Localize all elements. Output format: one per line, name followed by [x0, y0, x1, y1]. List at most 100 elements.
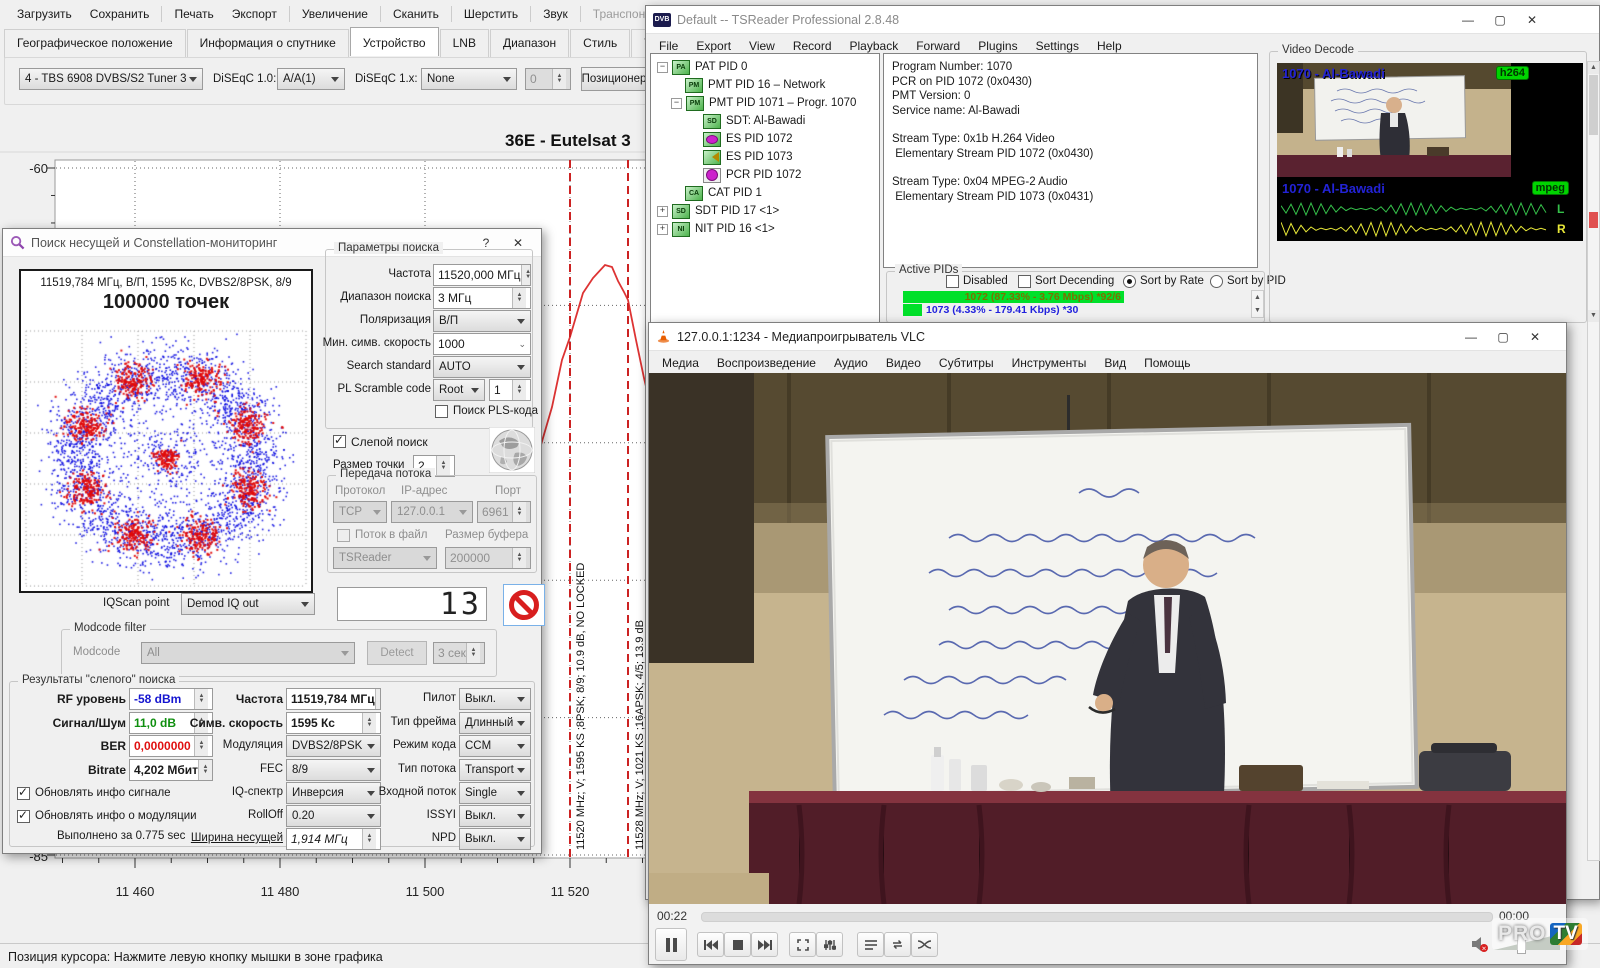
modulation-select[interactable]: DVBS2/8PSK [286, 735, 381, 757]
vlc-menu-tools[interactable]: Инструменты [1003, 353, 1096, 373]
search-range-field[interactable]: 3 МГц▲▼ [433, 287, 531, 309]
tree-item-cat[interactable]: CA CAT PID 1 [685, 185, 762, 201]
loop-button[interactable] [884, 932, 911, 957]
close-button[interactable]: ✕ [1519, 326, 1551, 347]
menu-sweep[interactable]: Шерстить [455, 4, 527, 24]
pl-scramble-mode-select[interactable]: Root [433, 379, 485, 401]
disabled-checkbox[interactable] [946, 275, 959, 288]
collapse-icon[interactable]: − [671, 98, 682, 109]
input-stream-select[interactable]: Single [459, 782, 531, 804]
carrier-width-field[interactable]: 1,914 МГц▲▼ [286, 828, 381, 850]
stop-scan-button[interactable] [503, 584, 545, 626]
close-button[interactable]: ✕ [1516, 9, 1548, 30]
tab-geo[interactable]: Географическое положение [4, 29, 186, 58]
tsreader-titlebar[interactable]: DVB Default -- TSReader Professional 2.8… [646, 6, 1599, 34]
position-stepper[interactable]: 0▲▼ [525, 68, 571, 90]
tuner-select[interactable]: 4 - TBS 6908 DVBS/S2 Tuner 3 [19, 68, 203, 90]
min-symbolrate-combo[interactable]: 1000⌄ [433, 333, 531, 355]
spinner-arrows[interactable]: ▲▼ [521, 265, 531, 285]
spinner-arrows[interactable]: ▲▼ [362, 829, 376, 849]
code-mode-select[interactable]: CCM [459, 735, 531, 757]
pl-scramble-value-field[interactable]: 1▲▼ [489, 379, 531, 401]
menu-zoom[interactable]: Увеличение [293, 4, 377, 24]
carrier-width-link[interactable]: Ширина несущей [183, 832, 283, 844]
diseqc1x-select[interactable]: None [421, 68, 517, 90]
tab-satellite-info[interactable]: Информация о спутнике [187, 29, 349, 58]
minimize-button[interactable]: — [1455, 326, 1487, 347]
tab-device[interactable]: Устройство [350, 27, 439, 56]
vlc-titlebar[interactable]: 127.0.0.1:1234 - Медиапроигрыватель VLC … [649, 323, 1566, 351]
pid-list-scroll[interactable]: ▲▼ [1251, 290, 1264, 318]
scroll-down-icon[interactable]: ▼ [1588, 310, 1599, 322]
positioner-button[interactable]: Позиционер [581, 67, 647, 91]
collapse-icon[interactable]: − [657, 62, 668, 73]
expand-icon[interactable]: + [657, 224, 668, 235]
menu-load[interactable]: Загрузить [8, 4, 81, 24]
seek-bar[interactable] [701, 912, 1493, 922]
spinner-arrows[interactable]: ▲▼ [512, 288, 526, 308]
search-standard-select[interactable]: AUTO [433, 356, 531, 378]
vlc-menu-help[interactable]: Помощь [1135, 353, 1199, 373]
vlc-menu-view[interactable]: Вид [1095, 353, 1135, 373]
vlc-video[interactable] [649, 373, 1566, 904]
decode-scrollbar[interactable]: ▲ ▼ [1587, 61, 1600, 861]
tab-lnb[interactable]: LNB [440, 29, 489, 58]
menu-export[interactable]: Экспорт [223, 4, 286, 24]
tree-item-nit16[interactable]: + NI NIT PID 16 <1> [657, 221, 775, 237]
vlc-menu-video[interactable]: Видео [877, 353, 930, 373]
result-frequency-field[interactable]: 11519,784 МГц▲▼ [286, 688, 381, 710]
next-button[interactable] [751, 932, 778, 957]
tree-item-pmt1071[interactable]: − PM PMT PID 1071 – Progr. 1070 [671, 95, 856, 111]
scroll-up-icon[interactable]: ▲ [1588, 62, 1599, 74]
iqscan-select[interactable]: Demod IQ out [181, 593, 315, 615]
update-signal-info-checkbox[interactable] [17, 787, 30, 800]
sort-by-pid-radio[interactable] [1210, 275, 1223, 288]
spinner-arrows[interactable]: ▲▼ [512, 380, 526, 400]
vlc-menu-subtitles[interactable]: Субтитры [930, 353, 1003, 373]
frequency-field[interactable]: 11520,000 МГц▲▼ [433, 264, 531, 286]
blind-search-checkbox[interactable] [333, 435, 346, 448]
tab-range[interactable]: Диапазон [490, 29, 569, 58]
tab-style[interactable]: Стиль [570, 29, 630, 58]
vlc-menu-playback[interactable]: Воспроизведение [708, 353, 825, 373]
tree-item-sdt17[interactable]: + SD SDT PID 17 <1> [657, 203, 779, 219]
stream-type-select[interactable]: Transport [459, 759, 531, 781]
pause-button[interactable] [655, 928, 687, 961]
tree-item-es1073[interactable]: ES PID 1073 [703, 149, 792, 165]
rolloff-select[interactable]: 0.20 [286, 805, 381, 827]
mute-icon[interactable]: ✕ [1471, 936, 1489, 952]
diseqc10-select[interactable]: A/A(1) [277, 68, 345, 90]
playlist-button[interactable] [857, 932, 884, 957]
tree-item-pmt16[interactable]: PM PMT PID 16 – Network [685, 77, 825, 93]
tree-item-es1072[interactable]: ES PID 1072 [703, 131, 792, 147]
spinner-arrows[interactable]: ▲▼ [552, 69, 566, 89]
tree-item-sdt-albawadi[interactable]: SD SDT: Al-Bawadi [703, 113, 805, 129]
sort-descending-checkbox[interactable] [1018, 275, 1031, 288]
spinner-arrows[interactable]: ▲▼ [436, 456, 450, 476]
spinner-arrows[interactable]: ▲▼ [362, 713, 376, 733]
update-modulation-info-checkbox[interactable] [17, 810, 30, 823]
pls-search-checkbox[interactable] [435, 405, 448, 418]
minimize-button[interactable]: — [1452, 9, 1484, 30]
menu-sound[interactable]: Звук [534, 4, 577, 24]
fullscreen-button[interactable] [789, 932, 816, 957]
maximize-button[interactable]: ▢ [1484, 9, 1516, 30]
stop-button[interactable] [724, 932, 751, 957]
tree-item-pcr1072[interactable]: PCR PID 1072 [703, 167, 801, 183]
issyi-select[interactable]: Выкл. [459, 805, 531, 827]
fec-select[interactable]: 8/9 [286, 759, 381, 781]
vlc-menu-audio[interactable]: Аудио [825, 353, 877, 373]
polarization-select[interactable]: В/П [433, 310, 531, 332]
menu-print[interactable]: Печать [165, 4, 222, 24]
previous-button[interactable] [697, 932, 724, 957]
sort-by-rate-radio[interactable] [1123, 275, 1136, 288]
scroll-thumb[interactable] [1589, 75, 1598, 135]
pilot-select[interactable]: Выкл. [459, 688, 531, 710]
npd-select[interactable]: Выкл. [459, 828, 531, 850]
frame-type-select[interactable]: Длинный [459, 712, 531, 734]
tree-item-pat[interactable]: − PA PAT PID 0 [657, 59, 747, 75]
shuffle-button[interactable] [911, 932, 938, 957]
symbolrate-field[interactable]: 1595 Кс▲▼ [286, 712, 381, 734]
equalizer-button[interactable] [816, 932, 843, 957]
vlc-menu-media[interactable]: Медиа [653, 353, 708, 373]
